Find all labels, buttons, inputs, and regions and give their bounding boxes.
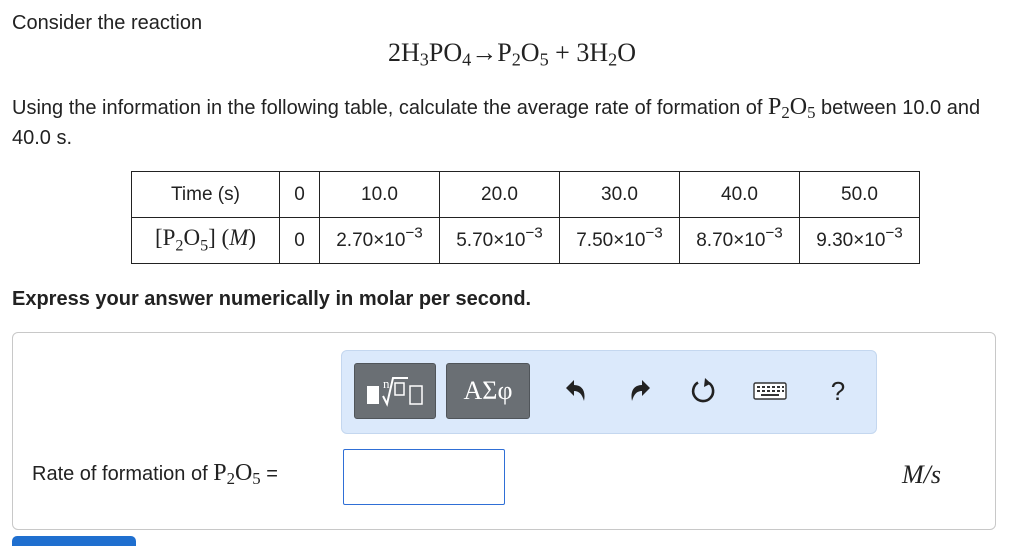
reset-icon (691, 378, 715, 403)
time-cell: 0 (279, 171, 320, 218)
reaction-equation: 2H3PO4→P2O5 + 3H2O (388, 38, 636, 70)
time-cell: 50.0 (799, 171, 920, 218)
undo-icon (566, 380, 585, 401)
time-cell: 10.0 (319, 171, 440, 218)
time-header: Time (s) (131, 171, 280, 218)
concentration-cell: 2.70×10−3 (319, 217, 440, 264)
help-button[interactable]: ? (820, 373, 856, 409)
concentration-cell: 5.70×10−3 (439, 217, 560, 264)
formula-p2o5: P2O5 (768, 94, 816, 123)
concentration-header: [P2O5] (M) (131, 217, 280, 264)
svg-text:n: n (383, 376, 390, 391)
instruction-text: Express your answer numerically in molar… (12, 288, 532, 310)
intro-text: Consider the reaction (12, 12, 203, 34)
templates-button[interactable]: n (354, 363, 436, 419)
redo-icon (631, 380, 650, 401)
math-toolbar: n ΑΣφ ? (341, 350, 877, 434)
reset-button[interactable] (686, 373, 722, 409)
keyboard-icon (753, 382, 787, 400)
time-cell: 40.0 (679, 171, 800, 218)
units-label: M/s (902, 460, 941, 489)
time-cell: 20.0 (439, 171, 560, 218)
keyboard-button[interactable] (752, 373, 788, 409)
time-cell: 30.0 (559, 171, 680, 218)
templates-icon: n (367, 376, 423, 407)
question-text: Using the information in the following t… (12, 94, 981, 149)
answer-input[interactable] (343, 449, 505, 505)
concentration-cell: 8.70×10−3 (679, 217, 800, 264)
submit-button[interactable] (12, 536, 136, 546)
redo-button[interactable] (622, 373, 658, 409)
data-table: Time (s) 0 10.0 20.0 30.0 40.0 50.0 [P2O… (131, 171, 920, 264)
time-row: Time (s) 0 10.0 20.0 30.0 40.0 50.0 (131, 171, 920, 218)
undo-button[interactable] (558, 373, 594, 409)
rate-label: Rate of formation of P2O5 = (32, 460, 278, 489)
concentration-cell: 0 (279, 217, 320, 264)
concentration-row: [P2O5] (M) 0 2.70×10−3 5.70×10−3 7.50×10… (131, 217, 920, 264)
concentration-cell: 7.50×10−3 (559, 217, 680, 264)
symbols-button[interactable]: ΑΣφ (446, 363, 530, 419)
concentration-cell: 9.30×10−3 (799, 217, 920, 264)
